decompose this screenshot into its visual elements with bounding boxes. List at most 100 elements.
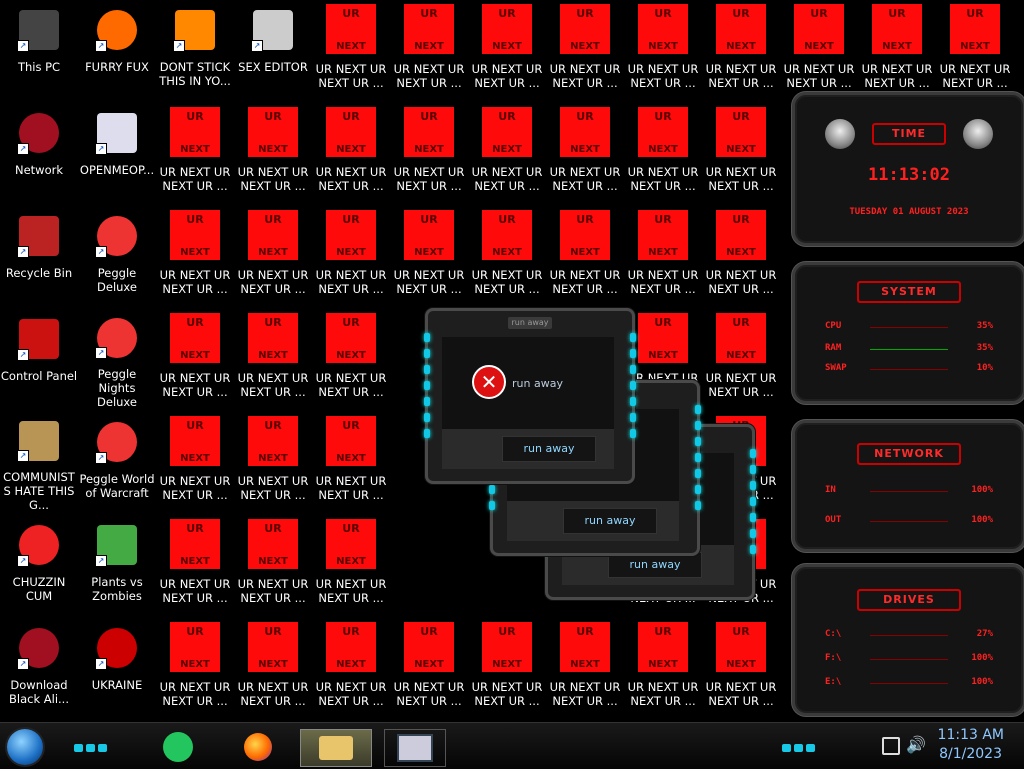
ur-next-shortcut[interactable]: URNEXT UR NEXT UR NEXT UR ... bbox=[234, 618, 312, 718]
shortcut-arrow-icon: ↗ bbox=[95, 246, 107, 258]
desktop-icon[interactable]: ↗ CHUZZIN CUM bbox=[0, 515, 78, 615]
run-away-button[interactable]: run away bbox=[563, 508, 657, 534]
desktop-icon-label: UR NEXT UR NEXT UR ... bbox=[159, 371, 231, 399]
ur-next-shortcut[interactable]: URNEXT UR NEXT UR NEXT UR ... bbox=[546, 618, 624, 718]
desktop-icon[interactable]: ↗ UKRAINE bbox=[78, 618, 156, 718]
taskbar-firefox[interactable] bbox=[236, 729, 280, 765]
desktop-icon-label: UR NEXT UR NEXT UR ... bbox=[627, 165, 699, 193]
desktop-icon[interactable]: ↗ Network bbox=[0, 103, 78, 203]
ur-next-shortcut[interactable]: URNEXT UR NEXT UR NEXT UR ... bbox=[702, 0, 780, 100]
net-out-label: OUT bbox=[825, 515, 842, 525]
error-dialog-front[interactable]: run away ✕ run away run away bbox=[424, 308, 636, 484]
ur-next-shortcut[interactable]: URNEXT UR NEXT UR NEXT UR ... bbox=[858, 0, 936, 100]
ur-next-shortcut[interactable]: URNEXT UR NEXT UR NEXT UR ... bbox=[156, 309, 234, 409]
desktop-icon-label: UR NEXT UR NEXT UR ... bbox=[237, 577, 309, 605]
ur-next-shortcut[interactable]: URNEXT UR NEXT UR NEXT UR ... bbox=[936, 0, 1014, 100]
ur-next-shortcut[interactable]: URNEXT UR NEXT UR NEXT UR ... bbox=[312, 515, 390, 615]
ur-next-shortcut[interactable]: URNEXT UR NEXT UR NEXT UR ... bbox=[702, 309, 780, 409]
ur-next-shortcut[interactable]: URNEXT UR NEXT UR NEXT UR ... bbox=[312, 618, 390, 718]
desktop-icon-label: Peggle Nights Deluxe bbox=[97, 367, 137, 409]
net-out-value: 100% bbox=[971, 515, 993, 525]
ur-next-shortcut[interactable]: URNEXT UR NEXT UR NEXT UR ... bbox=[546, 206, 624, 306]
desktop-icon[interactable]: ↗ Peggle World of Warcraft bbox=[78, 412, 156, 512]
shortcut-arrow-icon: ↗ bbox=[251, 40, 263, 52]
desktop-icon[interactable]: ↗ COMMUNISTS HATE THIS G... bbox=[0, 412, 78, 512]
desktop-icon-label: UR NEXT UR NEXT UR ... bbox=[237, 680, 309, 708]
time-title: TIME bbox=[872, 123, 946, 145]
ur-next-shortcut[interactable]: URNEXT UR NEXT UR NEXT UR ... bbox=[312, 103, 390, 203]
ur-next-shortcut[interactable]: URNEXT UR NEXT UR NEXT UR ... bbox=[390, 103, 468, 203]
ur-next-shortcut[interactable]: URNEXT UR NEXT UR NEXT UR ... bbox=[234, 103, 312, 203]
volume-icon[interactable]: 🔊 bbox=[906, 735, 926, 754]
taskbar-window[interactable] bbox=[384, 729, 446, 767]
shortcut-arrow-icon: ↗ bbox=[17, 246, 29, 258]
ur-next-shortcut[interactable]: URNEXT UR NEXT UR NEXT UR ... bbox=[468, 103, 546, 203]
ur-next-shortcut[interactable]: URNEXT UR NEXT UR NEXT UR ... bbox=[312, 309, 390, 409]
start-button[interactable] bbox=[7, 729, 43, 765]
ur-next-tile-icon: URNEXT bbox=[482, 4, 532, 54]
desktop-icon[interactable]: ↗ OPENMEOP... bbox=[78, 103, 156, 203]
shortcut-arrow-icon: ↗ bbox=[95, 143, 107, 155]
ur-next-tile-icon: URNEXT bbox=[326, 313, 376, 363]
desktop-icon[interactable]: ↗ Download Black Ali... bbox=[0, 618, 78, 718]
desktop-icon-label: Network bbox=[14, 163, 64, 177]
ur-next-shortcut[interactable]: URNEXT UR NEXT UR NEXT UR ... bbox=[390, 618, 468, 718]
ur-next-shortcut[interactable]: URNEXT UR NEXT UR NEXT UR ... bbox=[624, 206, 702, 306]
taskbar-app-green[interactable] bbox=[156, 729, 200, 765]
ur-next-shortcut[interactable]: URNEXT UR NEXT UR NEXT UR ... bbox=[312, 0, 390, 100]
desktop-icon[interactable]: ↗ Peggle Nights Deluxe bbox=[78, 309, 156, 409]
ur-next-shortcut[interactable]: URNEXT UR NEXT UR NEXT UR ... bbox=[156, 206, 234, 306]
gadget-time: 11:13:02 bbox=[868, 165, 950, 185]
desktop-icon[interactable]: ↗ This PC bbox=[0, 0, 78, 100]
shortcut-arrow-icon: ↗ bbox=[95, 658, 107, 670]
ur-next-shortcut[interactable]: URNEXT UR NEXT UR NEXT UR ... bbox=[234, 412, 312, 512]
ur-next-shortcut[interactable]: URNEXT UR NEXT UR NEXT UR ... bbox=[468, 206, 546, 306]
desktop-icon[interactable]: ↗ FURRY FUX bbox=[78, 0, 156, 100]
window-icon bbox=[397, 734, 433, 762]
desktop-icon[interactable]: ↗ Plants vs Zombies bbox=[78, 515, 156, 615]
ur-next-shortcut[interactable]: URNEXT UR NEXT UR NEXT UR ... bbox=[780, 0, 858, 100]
ur-next-shortcut[interactable]: URNEXT UR NEXT UR NEXT UR ... bbox=[156, 618, 234, 718]
ur-next-shortcut[interactable]: URNEXT UR NEXT UR NEXT UR ... bbox=[546, 103, 624, 203]
desktop-icon[interactable]: ↗ Recycle Bin bbox=[0, 206, 78, 306]
shortcut-arrow-icon: ↗ bbox=[17, 555, 29, 567]
desktop-icon-label: UR NEXT UR NEXT UR ... bbox=[315, 577, 387, 605]
alien-head-icon bbox=[825, 119, 855, 149]
ur-next-shortcut[interactable]: URNEXT UR NEXT UR NEXT UR ... bbox=[702, 206, 780, 306]
network-tray-icon[interactable] bbox=[882, 737, 900, 755]
desktop-icon-label: UR NEXT UR NEXT UR ... bbox=[471, 680, 543, 708]
ur-next-shortcut[interactable]: URNEXT UR NEXT UR NEXT UR ... bbox=[624, 0, 702, 100]
ur-next-shortcut[interactable]: URNEXT UR NEXT UR NEXT UR ... bbox=[624, 103, 702, 203]
ur-next-shortcut[interactable]: URNEXT UR NEXT UR NEXT UR ... bbox=[468, 618, 546, 718]
ur-next-shortcut[interactable]: URNEXT UR NEXT UR NEXT UR ... bbox=[546, 0, 624, 100]
ur-next-shortcut[interactable]: URNEXT UR NEXT UR NEXT UR ... bbox=[468, 0, 546, 100]
desktop-icon-label: UR NEXT UR NEXT UR ... bbox=[705, 165, 777, 193]
desktop-icon[interactable]: ↗ SEX EDITOR bbox=[234, 0, 312, 100]
taskbar-time[interactable]: 11:13 AM bbox=[938, 727, 1004, 743]
ur-next-shortcut[interactable]: URNEXT UR NEXT UR NEXT UR ... bbox=[234, 309, 312, 409]
desktop-icon[interactable]: ↗ Peggle Deluxe bbox=[78, 206, 156, 306]
ur-next-shortcut[interactable]: URNEXT UR NEXT UR NEXT UR ... bbox=[624, 618, 702, 718]
ur-next-shortcut[interactable]: URNEXT UR NEXT UR NEXT UR ... bbox=[234, 206, 312, 306]
ur-next-shortcut[interactable]: URNEXT UR NEXT UR NEXT UR ... bbox=[234, 515, 312, 615]
run-away-button[interactable]: run away bbox=[502, 436, 596, 462]
ur-next-shortcut[interactable]: URNEXT UR NEXT UR NEXT UR ... bbox=[702, 618, 780, 718]
taskbar: 🔊 11:13 AM 8/1/2023 bbox=[0, 722, 1024, 769]
ur-next-tile-icon: URNEXT bbox=[638, 210, 688, 260]
ur-next-shortcut[interactable]: URNEXT UR NEXT UR NEXT UR ... bbox=[156, 412, 234, 512]
desktop-icon[interactable]: ↗ Control Panel bbox=[0, 309, 78, 409]
ur-next-shortcut[interactable]: URNEXT UR NEXT UR NEXT UR ... bbox=[156, 103, 234, 203]
ur-next-shortcut[interactable]: URNEXT UR NEXT UR NEXT UR ... bbox=[312, 412, 390, 512]
alienware-gadget: TIME 11:13:02 TUESDAY 01 AUGUST 2023 SYS… bbox=[792, 92, 1024, 716]
desktop-icon[interactable]: ↗ DONT STICK THIS IN YO... bbox=[156, 0, 234, 100]
ur-next-tile-icon: URNEXT bbox=[716, 313, 766, 363]
ur-next-shortcut[interactable]: URNEXT UR NEXT UR NEXT UR ... bbox=[312, 206, 390, 306]
ur-next-tile-icon: URNEXT bbox=[170, 107, 220, 157]
ur-next-shortcut[interactable]: URNEXT UR NEXT UR NEXT UR ... bbox=[390, 0, 468, 100]
ur-next-shortcut[interactable]: URNEXT UR NEXT UR NEXT UR ... bbox=[702, 103, 780, 203]
taskbar-date[interactable]: 8/1/2023 bbox=[939, 746, 1002, 762]
ur-next-shortcut[interactable]: URNEXT UR NEXT UR NEXT UR ... bbox=[156, 515, 234, 615]
taskbar-explorer[interactable] bbox=[300, 729, 372, 767]
ur-next-shortcut[interactable]: URNEXT UR NEXT UR NEXT UR ... bbox=[390, 206, 468, 306]
ur-next-tile-icon: URNEXT bbox=[326, 4, 376, 54]
